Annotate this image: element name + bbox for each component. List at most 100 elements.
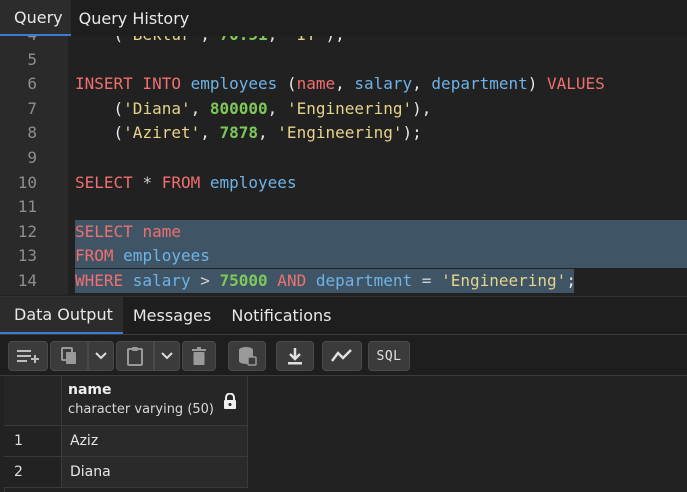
code-token: department (431, 74, 528, 94)
result-grid: name character varying (50) 1 Aziz 2 Dia… (0, 376, 687, 492)
code-token: FROM (75, 246, 124, 266)
code-token: 'IT' (287, 36, 326, 44)
code-token: ) (527, 74, 548, 94)
download-button[interactable] (276, 341, 314, 371)
code-line[interactable]: 6 INSERT INTO employees (name, salary, de… (0, 72, 687, 96)
line-number: 14 (17, 271, 37, 290)
code-token: ); (325, 36, 344, 44)
code-token: 'Aziret' (123, 123, 201, 143)
add-row-button[interactable] (8, 341, 48, 371)
code-token: , (258, 123, 278, 143)
row-number[interactable]: 2 (4, 457, 62, 488)
column-name: name (68, 382, 112, 398)
code-token: ( (75, 123, 124, 143)
code-token: ; (566, 271, 576, 290)
tab-data-output[interactable]: Data Output (0, 297, 123, 334)
code-token: employees (190, 74, 278, 94)
code-line[interactable]: 12 SELECT name (0, 219, 687, 244)
code-token: salary (132, 271, 191, 290)
code-token: 'Engineering' (441, 271, 567, 290)
line-number: 10 (17, 172, 37, 192)
code-token: , (200, 36, 219, 44)
tab-notifications[interactable]: Notifications (221, 297, 341, 334)
database-save-icon (239, 347, 257, 366)
graph-visualiser-button[interactable] (322, 341, 362, 371)
tab-query-history[interactable]: Query History (71, 0, 198, 36)
code-line[interactable]: 8 ('Aziret', 7878, 'Engineering'); (0, 121, 687, 145)
code-token: 'Diana' (123, 98, 191, 118)
code-text: SELECT name (75, 220, 181, 244)
code-text: WHERE salary > 75000 AND department = 'E… (75, 269, 576, 293)
sql-editor[interactable]: 4 ('Bektur', 70.51, 'IT');56INSERT INTO … (0, 36, 687, 295)
code-line[interactable]: 14 WHERE salary > 75000 AND department = … (0, 269, 687, 293)
line-number: 4 (0, 36, 37, 47)
output-tab-bar: Data Output Messages Notifications (0, 296, 687, 334)
code-text: ('Bektur', 70.51, 'IT'); (75, 36, 345, 47)
code-token: SELECT (75, 221, 143, 241)
code-token: 70.51 (220, 36, 268, 44)
data-output-toolbar: SQL (0, 334, 687, 376)
code-token: WHERE (75, 271, 133, 290)
code-token: name (142, 221, 181, 241)
code-token: INSERT INTO (75, 74, 191, 94)
code-text: FROM employees (75, 244, 210, 268)
column-type: character varying (50) (68, 402, 215, 417)
code-text: SELECT * FROM employees (75, 171, 297, 195)
code-token: 'Bektur' (123, 36, 200, 44)
code-token: ( (75, 98, 124, 118)
table-cell[interactable]: Aziz (62, 426, 248, 457)
lock-icon (224, 393, 236, 409)
tab-messages[interactable]: Messages (123, 297, 221, 334)
line-number: 8 (27, 123, 37, 143)
line-number: 9 (27, 148, 37, 167)
paste-button[interactable] (116, 341, 154, 371)
code-token: = (412, 271, 442, 290)
code-line[interactable]: 9 (0, 146, 687, 170)
code-line[interactable]: 7 ('Diana', 800000, 'Engineering'), (0, 97, 687, 121)
query-tab-bar: Query Query History (0, 0, 687, 36)
code-token: name (296, 74, 336, 94)
code-token: FROM (161, 172, 210, 192)
paste-options-dropdown[interactable] (154, 341, 180, 371)
line-number: 7 (27, 98, 37, 118)
code-token: VALUES (547, 74, 605, 94)
code-token: * (142, 172, 162, 192)
code-line[interactable]: 13 FROM employees (0, 244, 687, 269)
code-token: > (190, 271, 220, 290)
code-text: ('Aziret', 7878, 'Engineering'); (75, 121, 422, 145)
table-cell[interactable]: Diana (62, 457, 248, 488)
line-number: 11 (17, 197, 37, 217)
code-token: 'Engineering' (286, 98, 413, 118)
code-text: INSERT INTO employees (name, salary, dep… (75, 72, 605, 96)
line-number: 13 (17, 246, 37, 266)
grid-corner[interactable] (4, 376, 62, 426)
code-line[interactable]: 5 (0, 48, 687, 72)
copy-options-dropdown[interactable] (88, 341, 114, 371)
code-token: ), (412, 98, 432, 118)
code-token: employees (123, 246, 210, 266)
row-number[interactable]: 1 (4, 426, 62, 457)
code-token: ( (277, 74, 297, 94)
code-token: 75000 (219, 271, 268, 290)
sql-label: SQL (376, 348, 402, 364)
code-token: ); (402, 123, 422, 143)
code-line[interactable]: 11 (0, 195, 687, 219)
line-number: 5 (27, 49, 37, 69)
code-token: salary (354, 74, 413, 94)
delete-row-button[interactable] (182, 341, 216, 371)
code-line[interactable]: 4 ('Bektur', 70.51, 'IT'); (0, 36, 687, 47)
copy-icon (61, 347, 76, 364)
download-icon (288, 348, 302, 365)
code-line[interactable]: 10 SELECT * FROM employees (0, 171, 687, 195)
sql-button[interactable]: SQL (368, 341, 410, 371)
add-row-icon (17, 350, 39, 363)
code-token: department (315, 271, 413, 290)
copy-button[interactable] (50, 341, 88, 371)
column-header-name[interactable]: name character varying (50) (62, 376, 248, 426)
code-token: , (335, 74, 355, 94)
code-token: ( (75, 36, 124, 44)
code-token: , (190, 98, 210, 118)
clipboard-icon (127, 347, 143, 366)
save-data-button[interactable] (228, 341, 266, 371)
tab-query[interactable]: Query (0, 0, 71, 36)
